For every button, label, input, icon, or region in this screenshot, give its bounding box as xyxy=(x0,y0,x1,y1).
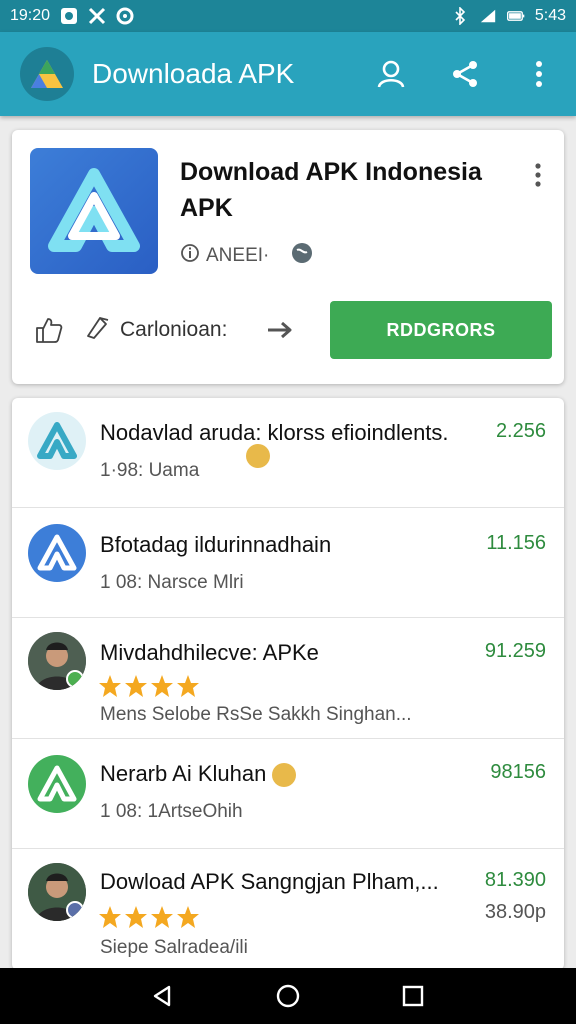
image-notification-icon xyxy=(60,7,78,25)
emoji-icon xyxy=(272,763,297,788)
category-label: Carlonioan: xyxy=(120,318,228,341)
sync-notification-icon xyxy=(116,7,134,25)
more-vert-icon[interactable] xyxy=(522,57,556,91)
share-icon[interactable] xyxy=(448,57,482,91)
featured-app-icon xyxy=(30,148,158,274)
star-icon xyxy=(125,675,147,697)
featured-app-meta: ANEEI· xyxy=(180,242,313,270)
battery-icon xyxy=(506,7,525,25)
item-subtitle: 1 08: Narsce Mlri xyxy=(100,572,244,593)
status-time: 19:20 xyxy=(10,7,51,24)
item-count: 81.390 xyxy=(484,869,546,891)
download-button[interactable]: RDDGRORS xyxy=(330,301,552,359)
rating-stars xyxy=(98,674,200,698)
app-list-icon xyxy=(28,524,86,582)
item-title: Mivdahdhilecve: APKe xyxy=(100,640,319,665)
rating-stars xyxy=(98,905,200,929)
item-title: Bfotadag ildurinnadhain xyxy=(100,532,332,557)
item-title: Nerarb Ai Kluhan xyxy=(100,761,297,788)
star-icon xyxy=(177,906,199,928)
tools-notification-icon xyxy=(88,7,106,25)
forward-arrow-icon[interactable] xyxy=(265,315,295,345)
user-avatar xyxy=(28,632,86,690)
featured-app-card[interactable]: Download APK Indonesia APK ANEEI· Carlon… xyxy=(12,130,564,384)
app-list-icon xyxy=(28,755,86,813)
item-subtitle: 1 08: 1ArtseOhih xyxy=(100,801,243,822)
account-icon[interactable] xyxy=(374,57,408,91)
item-subtitle: Siepe Salradea/ili xyxy=(100,937,248,958)
back-icon[interactable] xyxy=(143,976,183,1016)
item-secondary-count: 38.90p xyxy=(484,901,546,923)
list-item[interactable]: Dowload APK Sangngjan Plham,... Siepe Sa… xyxy=(12,849,564,970)
item-title: Dowload APK Sangngjan Plham,... xyxy=(100,869,439,894)
status-clock: 5:43 xyxy=(534,7,566,24)
category-icon xyxy=(86,314,112,346)
info-icon xyxy=(180,243,200,269)
globe-icon xyxy=(291,242,313,270)
status-bar: 19:20 5:43 xyxy=(0,0,576,32)
app-bar: Downloada APK xyxy=(0,32,576,116)
item-count: 98156 xyxy=(490,761,546,783)
star-icon xyxy=(125,906,147,928)
card-more-icon[interactable] xyxy=(526,160,550,190)
user-avatar xyxy=(28,863,86,921)
item-count: 2.256 xyxy=(495,420,546,442)
app-logo-icon xyxy=(20,47,74,101)
verified-badge-icon xyxy=(66,901,84,919)
star-icon xyxy=(151,906,173,928)
recents-icon[interactable] xyxy=(393,976,433,1016)
app-list: Nodavlad aruda: klorss efioindlents. 1·9… xyxy=(12,398,564,970)
item-title: Nodavlad aruda: klorss efioindlents. xyxy=(100,420,449,445)
star-icon xyxy=(99,906,121,928)
star-icon xyxy=(177,675,199,697)
developer-label: ANEEI· xyxy=(206,245,270,266)
featured-app-title: Download APK Indonesia APK xyxy=(180,158,482,222)
app-list-icon xyxy=(28,412,86,470)
home-icon[interactable] xyxy=(268,976,308,1016)
signal-icon xyxy=(479,7,497,25)
list-item[interactable]: Nodavlad aruda: klorss efioindlents. 1·9… xyxy=(12,398,564,508)
list-item[interactable]: Nerarb Ai Kluhan 1 08: 1ArtseOhih 98156 xyxy=(12,739,564,849)
emoji-icon xyxy=(246,444,270,468)
app-title: Downloada APK xyxy=(92,58,295,89)
verified-badge-icon xyxy=(66,670,84,688)
bluetooth-icon xyxy=(451,7,469,25)
item-count: 91.259 xyxy=(484,640,546,662)
list-item[interactable]: Mivdahdhilecve: APKe Mens Selobe RsSe Sa… xyxy=(12,618,564,739)
thumbs-up-icon[interactable] xyxy=(32,313,66,347)
system-nav-bar xyxy=(0,968,576,1024)
star-icon xyxy=(99,675,121,697)
star-icon xyxy=(151,675,173,697)
list-item[interactable]: Bfotadag ildurinnadhain 1 08: Narsce Mlr… xyxy=(12,508,564,618)
item-count: 11.156 xyxy=(486,532,546,554)
item-subtitle: 1·98: Uama xyxy=(100,460,200,481)
item-subtitle: Mens Selobe RsSe Sakkh Singhan... xyxy=(100,704,412,725)
